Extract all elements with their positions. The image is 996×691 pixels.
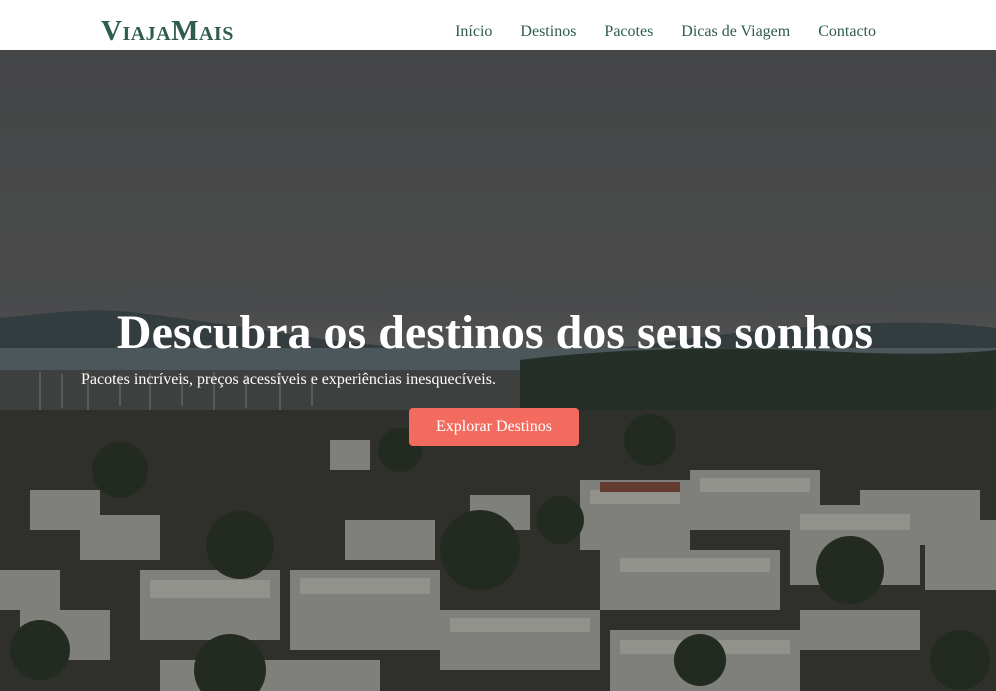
nav-link-contacto[interactable]: Contacto — [818, 22, 876, 42]
hero-section: Descubra os destinos dos seus sonhos Pac… — [0, 50, 996, 691]
hero-subtitle: Pacotes incríveis, preços acessíveis e e… — [81, 371, 496, 388]
site-logo[interactable]: ViajaMais — [101, 14, 234, 48]
nav-link-pacotes[interactable]: Pacotes — [604, 22, 653, 42]
nav-link-dicas-de-viagem[interactable]: Dicas de Viagem — [681, 22, 790, 42]
explore-destinations-button[interactable]: Explorar Destinos — [409, 408, 579, 446]
nav-link-destinos[interactable]: Destinos — [520, 22, 576, 42]
site-header: ViajaMais Início Destinos Pacotes Dicas … — [0, 0, 996, 50]
main-nav: Início Destinos Pacotes Dicas de Viagem … — [455, 22, 876, 42]
hero-title: Descubra os destinos dos seus sonhos — [116, 306, 874, 359]
nav-link-inicio[interactable]: Início — [455, 22, 492, 42]
